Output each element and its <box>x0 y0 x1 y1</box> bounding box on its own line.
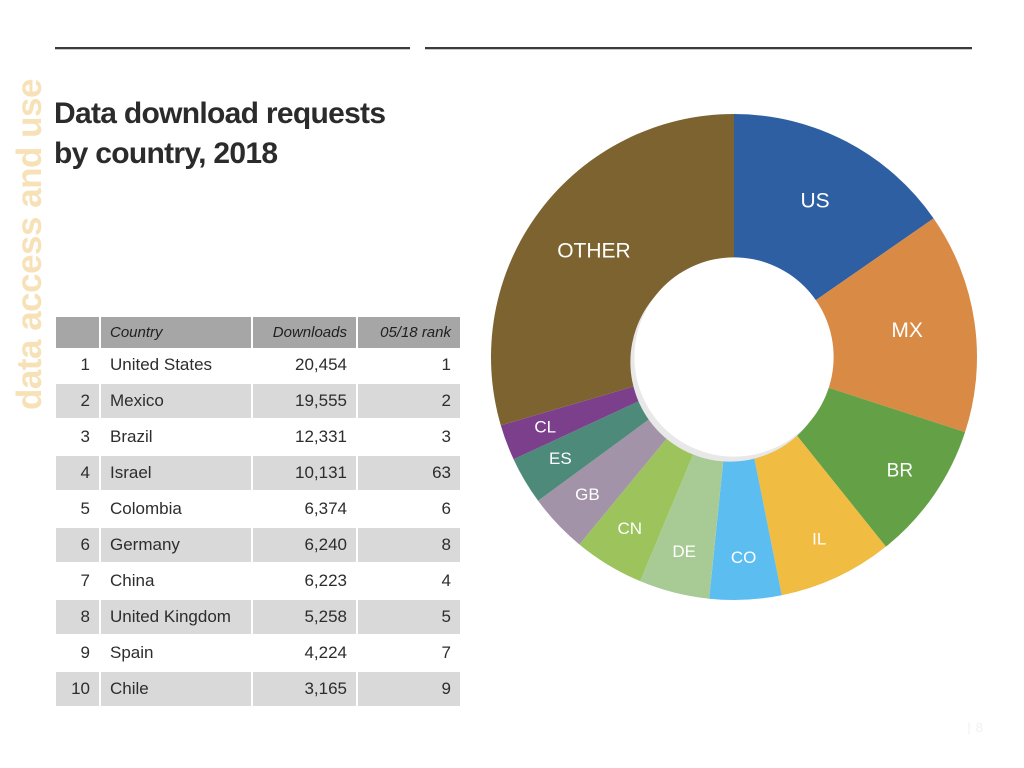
donut-label-br: BR <box>887 461 913 482</box>
table-row: 2 Mexico 19,555 2 <box>56 383 460 420</box>
column-header-rank <box>56 317 101 348</box>
table-cell-prior-rank: 6 <box>357 491 460 528</box>
table-cell-rank: 7 <box>56 563 101 600</box>
downloads-table-container: Country Downloads 05/18 rank 1 United Sta… <box>56 317 460 708</box>
column-header-prior-rank: 05/18 rank <box>357 317 460 348</box>
table-cell-rank: 10 <box>56 671 101 708</box>
table-cell-downloads: 5,258 <box>252 599 358 636</box>
donut-label-es: ES <box>549 449 572 468</box>
column-header-downloads: Downloads <box>252 317 358 348</box>
table-cell-country: Germany <box>100 527 253 564</box>
donut-label-mx: MX <box>891 319 923 342</box>
donut-label-cn: CN <box>617 519 642 538</box>
table-row: 8 United Kingdom 5,258 5 <box>56 599 460 636</box>
table-row: 7 China 6,223 4 <box>56 563 460 600</box>
donut-chart: US MX BR IL CO DE CN GB ES CL OTHER <box>484 107 984 607</box>
table-cell-rank: 5 <box>56 491 101 528</box>
table-cell-rank: 4 <box>56 455 101 492</box>
donut-label-il: IL <box>812 529 826 548</box>
page-title-line-1: Data download requests <box>54 97 386 131</box>
table-cell-country: Colombia <box>100 491 253 528</box>
table-cell-prior-rank: 9 <box>357 671 460 708</box>
table-cell-prior-rank: 4 <box>357 563 460 600</box>
table-cell-downloads: 3,165 <box>252 671 358 708</box>
table-body: 1 United States 20,454 1 2 Mexico 19,555 2 3 Braz… <box>56 348 460 708</box>
table-row: 9 Spain 4,224 7 <box>56 635 460 672</box>
page-title-line-2: by country, 2018 <box>54 136 278 170</box>
table-cell-downloads: 10,131 <box>252 455 358 492</box>
table-cell-downloads: 6,240 <box>252 527 358 564</box>
table-row: 5 Colombia 6,374 6 <box>56 491 460 528</box>
table-cell-country: China <box>100 563 253 600</box>
donut-hole <box>634 257 834 457</box>
table-cell-prior-rank: 63 <box>357 455 460 492</box>
table-header: Country Downloads 05/18 rank <box>56 317 460 348</box>
table-cell-country: Mexico <box>100 383 253 420</box>
table-cell-rank: 3 <box>56 419 101 456</box>
table-cell-prior-rank: 5 <box>357 599 460 636</box>
donut-label-other: OTHER <box>557 240 631 263</box>
table-cell-prior-rank: 7 <box>357 635 460 672</box>
page-number-value: 8 <box>975 720 988 735</box>
table-cell-rank: 9 <box>56 635 101 672</box>
page-number: |8 <box>967 720 988 735</box>
table-cell-country: Brazil <box>100 419 253 456</box>
table-cell-country: Israel <box>100 455 253 492</box>
table-header-row: Country Downloads 05/18 rank <box>56 317 460 348</box>
table-cell-country: United Kingdom <box>100 599 253 636</box>
table-cell-rank: 6 <box>56 527 101 564</box>
table-cell-downloads: 19,555 <box>252 383 358 420</box>
table-cell-rank: 8 <box>56 599 101 636</box>
donut-label-de: DE <box>672 542 696 561</box>
table-cell-country: Spain <box>100 635 253 672</box>
table-cell-country: Chile <box>100 671 253 708</box>
table-row: 3 Brazil 12,331 3 <box>56 419 460 456</box>
donut-label-us: US <box>800 190 829 213</box>
header-rule-right <box>425 47 972 50</box>
column-header-country: Country <box>100 317 253 348</box>
downloads-table: Country Downloads 05/18 rank 1 United Sta… <box>56 317 460 708</box>
section-tab-label: data access and use <box>10 79 49 410</box>
table-cell-rank: 1 <box>56 348 101 384</box>
table-row: 6 Germany 6,240 8 <box>56 527 460 564</box>
chart-container: US MX BR IL CO DE CN GB ES CL OTHER <box>476 95 996 625</box>
table-row: 1 United States 20,454 1 <box>56 348 460 384</box>
table-cell-country: United States <box>100 348 253 384</box>
page-number-separator: | <box>967 720 976 735</box>
table-cell-rank: 2 <box>56 383 101 420</box>
donut-label-cl: CL <box>534 417 556 436</box>
page-title: Data download requests by country, 2018 <box>54 94 474 174</box>
donut-label-gb: GB <box>575 485 600 504</box>
donut-chart-svg: US MX BR IL CO DE CN GBES CL OTHER <box>491 114 977 600</box>
table-cell-downloads: 6,374 <box>252 491 358 528</box>
table-cell-prior-rank: 8 <box>357 527 460 564</box>
section-tab: data access and use <box>0 0 58 420</box>
table-cell-prior-rank: 2 <box>357 383 460 420</box>
table-cell-prior-rank: 1 <box>357 348 460 384</box>
table-row: 10 Chile 3,165 9 <box>56 671 460 708</box>
table-cell-prior-rank: 3 <box>357 419 460 456</box>
table-row: 4 Israel 10,131 63 <box>56 455 460 492</box>
table-cell-downloads: 12,331 <box>252 419 358 456</box>
table-cell-downloads: 6,223 <box>252 563 358 600</box>
table-cell-downloads: 4,224 <box>252 635 358 672</box>
header-rule-left <box>55 47 410 50</box>
donut-label-co: CO <box>731 548 757 567</box>
table-cell-downloads: 20,454 <box>252 348 358 384</box>
